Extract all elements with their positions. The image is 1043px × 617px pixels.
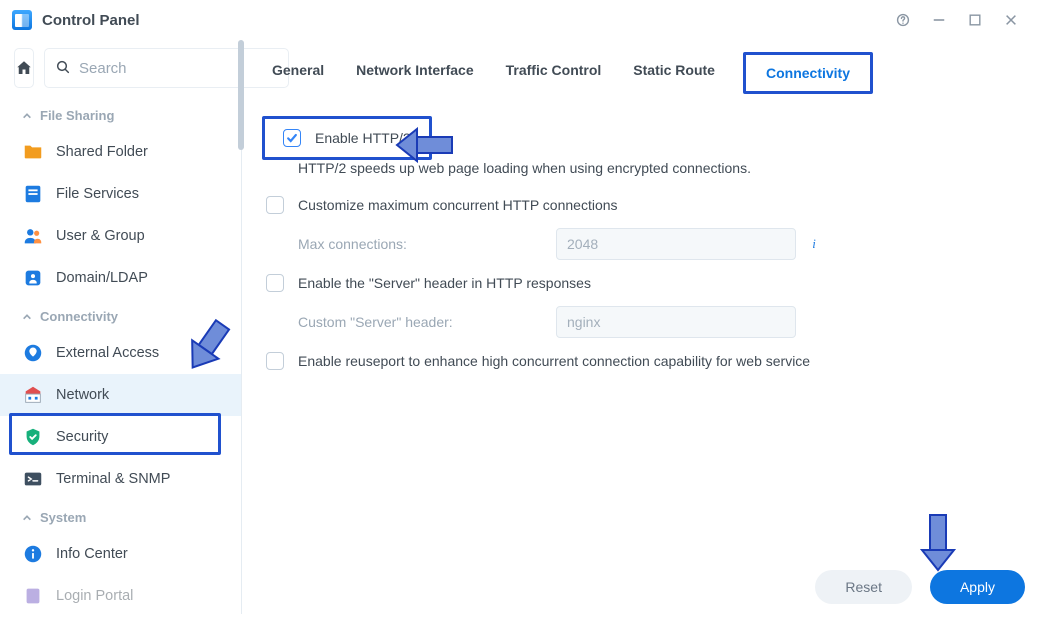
chevron-up-icon (22, 309, 32, 324)
checkbox-label: Enable HTTP/2 (315, 130, 411, 146)
annotation-arrow (916, 510, 964, 575)
sidebar: File Sharing Shared Folder File Services… (0, 40, 242, 614)
sidebar-item-shared-folder[interactable]: Shared Folder (0, 131, 241, 173)
content-panel: General Network Interface Traffic Contro… (242, 40, 1043, 614)
reset-button[interactable]: Reset (815, 570, 912, 604)
sidebar-item-label: External Access (56, 345, 159, 361)
sidebar-item-label: User & Group (56, 228, 145, 244)
section-label: Connectivity (40, 309, 118, 324)
apply-button[interactable]: Apply (930, 570, 1025, 604)
terminal-icon (22, 468, 44, 490)
checkbox-label: Customize maximum concurrent HTTP connec… (298, 197, 618, 213)
sidebar-item-external-access[interactable]: External Access (0, 332, 241, 374)
chevron-up-icon (22, 108, 32, 123)
sidebar-item-user-group[interactable]: User & Group (0, 215, 241, 257)
network-icon (22, 384, 44, 406)
maximize-button[interactable] (957, 0, 993, 40)
section-system[interactable]: System (0, 500, 241, 533)
annotation-highlight: Connectivity (743, 52, 873, 94)
search-icon (55, 59, 71, 78)
sidebar-item-file-services[interactable]: File Services (0, 173, 241, 215)
shield-icon (22, 426, 44, 448)
input-custom-header[interactable] (556, 306, 796, 338)
checkbox-reuseport[interactable] (266, 352, 284, 370)
sidebar-item-label: Network (56, 387, 109, 403)
sidebar-item-network[interactable]: Network (0, 374, 241, 416)
sidebar-item-label: Info Center (56, 546, 128, 562)
tab-network-interface[interactable]: Network Interface (354, 58, 475, 88)
titlebar: Control Panel (0, 0, 1043, 40)
checkbox-label: Enable reuseport to enhance high concurr… (298, 353, 810, 369)
checkbox-enable-http2[interactable] (283, 129, 301, 147)
section-label: System (40, 510, 86, 525)
field-label-custom-header: Custom "Server" header: (298, 314, 548, 330)
sidebar-item-label: Shared Folder (56, 144, 148, 160)
input-max-connections[interactable] (556, 228, 796, 260)
home-button[interactable] (14, 48, 34, 88)
section-file-sharing[interactable]: File Sharing (0, 98, 241, 131)
field-label-max-conn: Max connections: (298, 236, 548, 252)
close-button[interactable] (993, 0, 1029, 40)
checkbox-customize-max[interactable] (266, 196, 284, 214)
sidebar-item-security[interactable]: Security (0, 416, 241, 458)
annotation-highlight: Enable HTTP/2 (262, 116, 432, 160)
file-services-icon (22, 183, 44, 205)
sidebar-item-label: Domain/LDAP (56, 270, 148, 286)
checkbox-server-header[interactable] (266, 274, 284, 292)
section-label: File Sharing (40, 108, 114, 123)
minimize-button[interactable] (921, 0, 957, 40)
tab-bar: General Network Interface Traffic Contro… (258, 40, 1027, 98)
users-icon (22, 225, 44, 247)
checkbox-label: Enable the "Server" header in HTTP respo… (298, 275, 591, 291)
help-button[interactable] (885, 0, 921, 40)
tab-traffic-control[interactable]: Traffic Control (504, 58, 604, 88)
sidebar-item-label: Terminal & SNMP (56, 471, 170, 487)
sidebar-item-label: File Services (56, 186, 139, 202)
external-access-icon (22, 342, 44, 364)
tab-general[interactable]: General (270, 58, 326, 88)
sidebar-item-label: Security (56, 429, 108, 445)
chevron-up-icon (22, 510, 32, 525)
sidebar-item-label: Login Portal (56, 588, 133, 604)
sidebar-item-terminal-snmp[interactable]: Terminal & SNMP (0, 458, 241, 500)
tab-connectivity[interactable]: Connectivity (764, 61, 852, 85)
folder-icon (22, 141, 44, 163)
info-icon (22, 543, 44, 565)
app-icon (12, 10, 32, 30)
tab-static-route[interactable]: Static Route (631, 58, 717, 88)
login-portal-icon (22, 585, 44, 607)
sidebar-item-info-center[interactable]: Info Center (0, 533, 241, 575)
info-icon[interactable]: i (804, 234, 824, 254)
http2-description: HTTP/2 speeds up web page loading when u… (258, 160, 1027, 188)
domain-icon (22, 267, 44, 289)
sidebar-item-domain-ldap[interactable]: Domain/LDAP (0, 257, 241, 299)
sidebar-item-login-portal[interactable]: Login Portal (0, 575, 241, 617)
window-title: Control Panel (42, 12, 140, 29)
section-connectivity[interactable]: Connectivity (0, 299, 241, 332)
